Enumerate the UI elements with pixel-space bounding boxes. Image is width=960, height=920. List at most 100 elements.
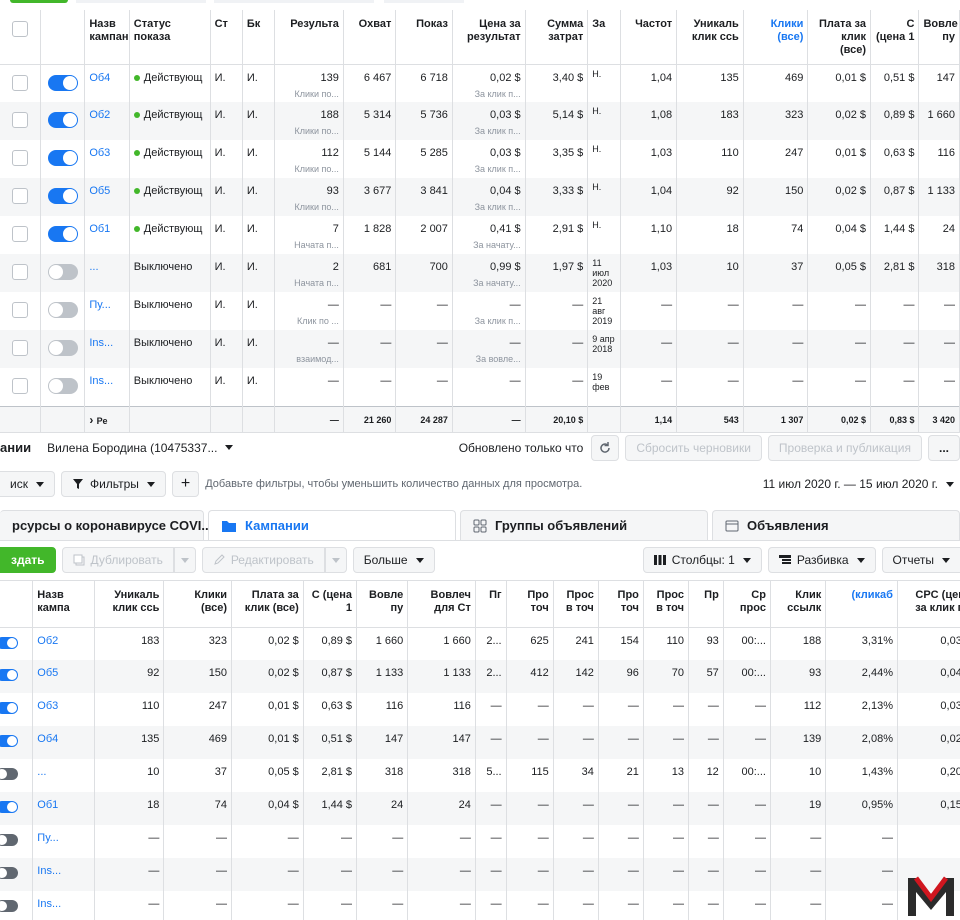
campaign-name[interactable]: Ins... bbox=[84, 368, 130, 406]
table-row[interactable]: Об1 18 74 0,04 $1,44 $24 24— — — — — — —19 0,95% 0,1… bbox=[0, 792, 960, 825]
col-header-video-25[interactable]: Прос в точ bbox=[553, 581, 599, 628]
col-header-cpm[interactable]: С (цена 1 bbox=[870, 10, 920, 65]
row-toggle[interactable] bbox=[40, 254, 86, 292]
campaign-link[interactable]: Об2 bbox=[37, 635, 58, 647]
review-publish-button[interactable]: Проверка и публикация bbox=[767, 434, 922, 461]
account-selector[interactable]: Вилена Бородина (10475337... bbox=[47, 441, 234, 455]
col-header-reach[interactable]: Охват bbox=[343, 10, 397, 65]
toggle-icon[interactable] bbox=[47, 340, 78, 356]
campaign-name[interactable]: Об3 bbox=[32, 693, 95, 726]
table-row[interactable]: Об3 Действующ И. И. 112 Клики по... 5 144 5 285… bbox=[0, 140, 960, 178]
col-header-video-100[interactable]: Пр bbox=[688, 581, 724, 628]
add-filter-button[interactable]: + bbox=[171, 471, 200, 497]
campaign-link[interactable]: Пу... bbox=[37, 832, 58, 844]
col-header-engagement[interactable]: Вовле пу bbox=[918, 10, 960, 65]
reports-button[interactable]: Отчеты bbox=[881, 547, 960, 573]
row-toggle[interactable] bbox=[0, 660, 34, 693]
search-dropdown[interactable]: иск bbox=[0, 471, 55, 497]
table-row[interactable]: Ins...———————————————— bbox=[0, 858, 960, 891]
campaign-link[interactable]: Об3 bbox=[89, 147, 110, 159]
row-toggle[interactable] bbox=[0, 693, 34, 726]
table-row[interactable]: Об5 92 150 0,02 $0,87 $1 133 1 133 2... 412 142… bbox=[0, 660, 960, 693]
checkbox-icon[interactable] bbox=[11, 21, 28, 37]
table-row[interactable]: Ins... Выключено И. И. — — — — —19 фев — — — — — — bbox=[0, 368, 960, 406]
checkbox-icon[interactable] bbox=[11, 112, 28, 128]
col-header-cpc-all[interactable]: Плата за клик (все) bbox=[807, 10, 871, 65]
campaign-link[interactable]: Пу... bbox=[89, 299, 110, 311]
toggle-icon[interactable] bbox=[0, 900, 18, 912]
campaign-link[interactable]: Об1 bbox=[89, 223, 110, 235]
campaign-name[interactable]: Об5 bbox=[32, 660, 95, 693]
toggle-icon[interactable] bbox=[0, 834, 18, 846]
toggle-icon[interactable] bbox=[47, 302, 78, 318]
col-header-clicks-all[interactable]: Клики (все) bbox=[743, 10, 809, 65]
toggle-icon[interactable] bbox=[0, 801, 18, 813]
table-row[interactable]: Об4 135 469 0,01 $0,51 $147 147— — — — — — —139 2,0… bbox=[0, 726, 960, 759]
tab-ad-sets[interactable]: Группы объявлений bbox=[460, 510, 708, 540]
toggle-icon[interactable] bbox=[47, 264, 78, 280]
row-toggle[interactable] bbox=[40, 178, 86, 216]
col-header-budget[interactable]: Бк bbox=[242, 10, 276, 65]
col-header-unique-link-clicks[interactable]: Уникаль клик ссь bbox=[676, 10, 744, 65]
row-toggle[interactable] bbox=[0, 726, 34, 759]
row-select[interactable] bbox=[0, 178, 41, 216]
duplicate-dropdown[interactable] bbox=[173, 547, 196, 573]
table-row[interactable]: ... 10 37 0,05 $2,81 $318 318 5... 115 34 21 13 12… bbox=[0, 759, 960, 792]
campaign-name[interactable]: Пу... bbox=[84, 292, 130, 330]
col-header-avg-watch[interactable]: Ср прос bbox=[723, 581, 771, 628]
campaign-link[interactable]: Об5 bbox=[89, 185, 110, 197]
edit-dropdown[interactable] bbox=[324, 547, 347, 573]
campaign-link[interactable]: ... bbox=[89, 261, 98, 273]
col-header-clicks-all[interactable]: Клики (все) bbox=[163, 581, 233, 628]
campaign-link[interactable]: Об4 bbox=[89, 72, 110, 84]
col-header-cpm[interactable]: С (цена 1 bbox=[303, 581, 358, 628]
row-toggle[interactable] bbox=[0, 792, 34, 825]
columns-button[interactable]: Столбцы: 1 bbox=[642, 547, 762, 573]
campaign-name[interactable]: Об4 bbox=[84, 64, 130, 102]
table-row[interactable]: Об2 Действующ И. И. 188 Клики по... 5 314 5 736… bbox=[0, 102, 960, 140]
row-select[interactable] bbox=[0, 368, 41, 406]
table-row[interactable]: Об5 Действующ И. И. 93 Клики по... 3 677 3 841 0… bbox=[0, 178, 960, 216]
table-row[interactable]: Об3 110 247 0,01 $0,63 $116 116— — — — — — —112 2,1… bbox=[0, 693, 960, 726]
checkbox-icon[interactable] bbox=[11, 74, 28, 91]
col-header-ends[interactable]: За bbox=[587, 10, 621, 65]
row-toggle[interactable] bbox=[0, 858, 34, 891]
toggle-icon[interactable] bbox=[0, 867, 18, 879]
col-header-link-clicks[interactable]: Клик ссылк bbox=[770, 581, 827, 628]
col-header-frequency[interactable]: Частот bbox=[620, 10, 678, 65]
col-header-amount-spent[interactable]: Сумма затрат bbox=[525, 10, 589, 65]
duplicate-button[interactable]: Дублировать bbox=[61, 547, 174, 573]
filter-placeholder[interactable]: Добавьте фильтры, чтобы уменьшить количе… bbox=[205, 478, 582, 490]
col-header-name[interactable]: Назв кампани bbox=[84, 10, 130, 65]
tab-ads[interactable]: Объявления bbox=[712, 510, 960, 540]
checkbox-icon[interactable] bbox=[11, 264, 28, 280]
toggle-icon[interactable] bbox=[47, 378, 78, 394]
row-select[interactable] bbox=[0, 330, 41, 368]
toggle-icon[interactable] bbox=[47, 150, 78, 166]
toggle-icon[interactable] bbox=[0, 768, 18, 780]
row-select[interactable] bbox=[0, 216, 41, 254]
toggle-icon[interactable] bbox=[0, 735, 18, 747]
table-row[interactable]: Ins...———————————————— bbox=[0, 891, 960, 920]
table-row[interactable]: ... Выключено И. И. 2 Начата п... 681 700 0,99 $… bbox=[0, 254, 960, 292]
toggle-icon[interactable] bbox=[0, 669, 18, 681]
col-header-status[interactable]: Статус показа bbox=[129, 10, 211, 65]
create-button[interactable]: здать bbox=[0, 547, 56, 573]
table-row[interactable]: Об1 Действующ И. И. 7 Начата п... 1 828 2 007 0,… bbox=[0, 216, 960, 254]
col-header-results[interactable]: Результа bbox=[274, 10, 344, 65]
table-row[interactable]: Ins... Выключено И. И. — взаимод... — — — За вовл… bbox=[0, 330, 960, 368]
checkbox-icon[interactable] bbox=[11, 302, 28, 318]
row-toggle[interactable] bbox=[0, 627, 34, 660]
row-select[interactable] bbox=[0, 102, 41, 140]
campaign-name[interactable]: Об4 bbox=[32, 726, 95, 759]
col-header-video-plays[interactable]: Про точ bbox=[506, 581, 554, 628]
row-select[interactable] bbox=[0, 64, 41, 102]
campaign-name[interactable]: ... bbox=[32, 759, 95, 792]
select-all-header[interactable] bbox=[0, 10, 41, 65]
col-header-video-75[interactable]: Прос в точ bbox=[643, 581, 689, 628]
table-row[interactable]: Об4 Действующ И. И. 139 Клики по... 6 467 6 718… bbox=[0, 64, 960, 102]
checkbox-icon[interactable] bbox=[11, 340, 28, 356]
row-toggle[interactable] bbox=[0, 825, 34, 858]
col-header-unique-link-clicks[interactable]: Уникаль клик ссь bbox=[94, 581, 165, 628]
campaign-name[interactable]: ... bbox=[84, 254, 130, 292]
